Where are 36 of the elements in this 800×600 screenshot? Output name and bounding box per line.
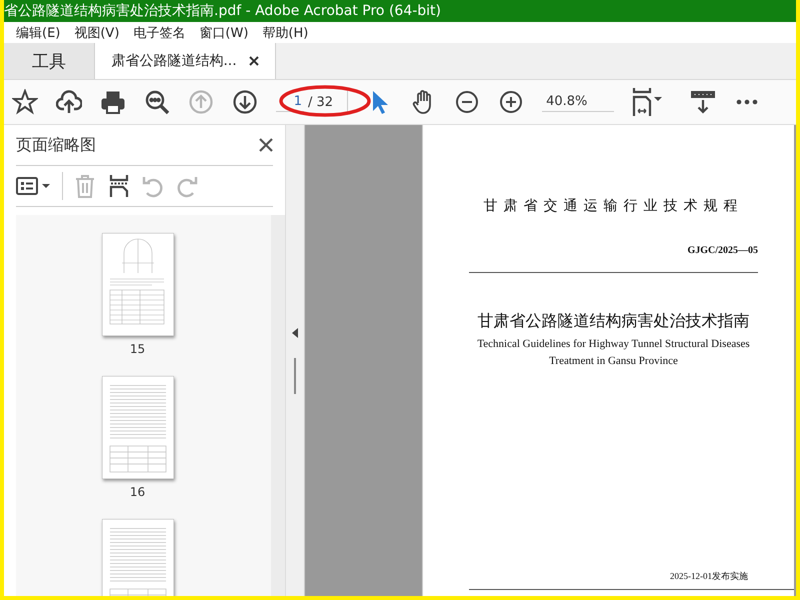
document-code: GJGC/2025—05 (686, 245, 758, 256)
panel-title: 页面缩略图 (16, 134, 96, 156)
page-number-label: 16 (130, 485, 146, 499)
document-tab[interactable]: 工具 (4, 43, 95, 79)
page-thumbnail[interactable] (102, 519, 174, 596)
page-total: / 32 (308, 94, 334, 110)
document-tab[interactable]: 肃省公路隧道结构... (95, 43, 276, 79)
close-icon[interactable] (248, 56, 259, 66)
cloud-upload-icon[interactable] (56, 89, 82, 115)
menu-item[interactable]: 编辑(E) (16, 24, 60, 42)
panel-collapse-handle[interactable] (286, 125, 305, 596)
page-thumbnail[interactable] (102, 233, 174, 336)
page-number-label: 15 (130, 342, 146, 356)
zoom-dropdown[interactable]: 40.8% (542, 92, 614, 112)
print-icon[interactable] (100, 89, 126, 115)
scroll-mode-icon[interactable] (690, 89, 716, 115)
insert-page-icon[interactable] (107, 174, 131, 198)
collapse-arrow-icon[interactable] (292, 328, 298, 338)
menu-item[interactable]: 视图(V) (74, 24, 120, 42)
zoom-in-icon[interactable] (498, 89, 524, 115)
menu-item[interactable]: 帮助(H) (262, 24, 308, 42)
menu-item[interactable]: 窗口(W) (199, 24, 248, 42)
english-title: Technical Guidelines for Highway Tunnel Structural Diseases Treatment in Gansu Province (476, 337, 751, 369)
publish-date: 2025-12-01发布实施 (669, 570, 749, 583)
menu-item[interactable]: 电子签名 (133, 24, 186, 42)
options-menu-icon[interactable] (16, 174, 52, 198)
window-title: 省公路隧道结构病害处治技术指南.pdf - Adobe Acrobat Pro (64-bit) (4, 2, 442, 20)
zoom-out-icon[interactable] (454, 89, 480, 115)
page-thumbnail[interactable] (102, 376, 174, 479)
page-number-field[interactable]: 1 (276, 92, 304, 112)
document-title: 甘肃省公路隧道结构病害处治技术指南 (476, 312, 750, 332)
search-icon[interactable] (144, 89, 170, 115)
scrollbar[interactable] (271, 215, 285, 596)
star-icon[interactable] (12, 89, 38, 115)
series-title: 甘肃省交通运输行业技术规程 (482, 197, 744, 215)
close-icon[interactable] (259, 138, 273, 152)
